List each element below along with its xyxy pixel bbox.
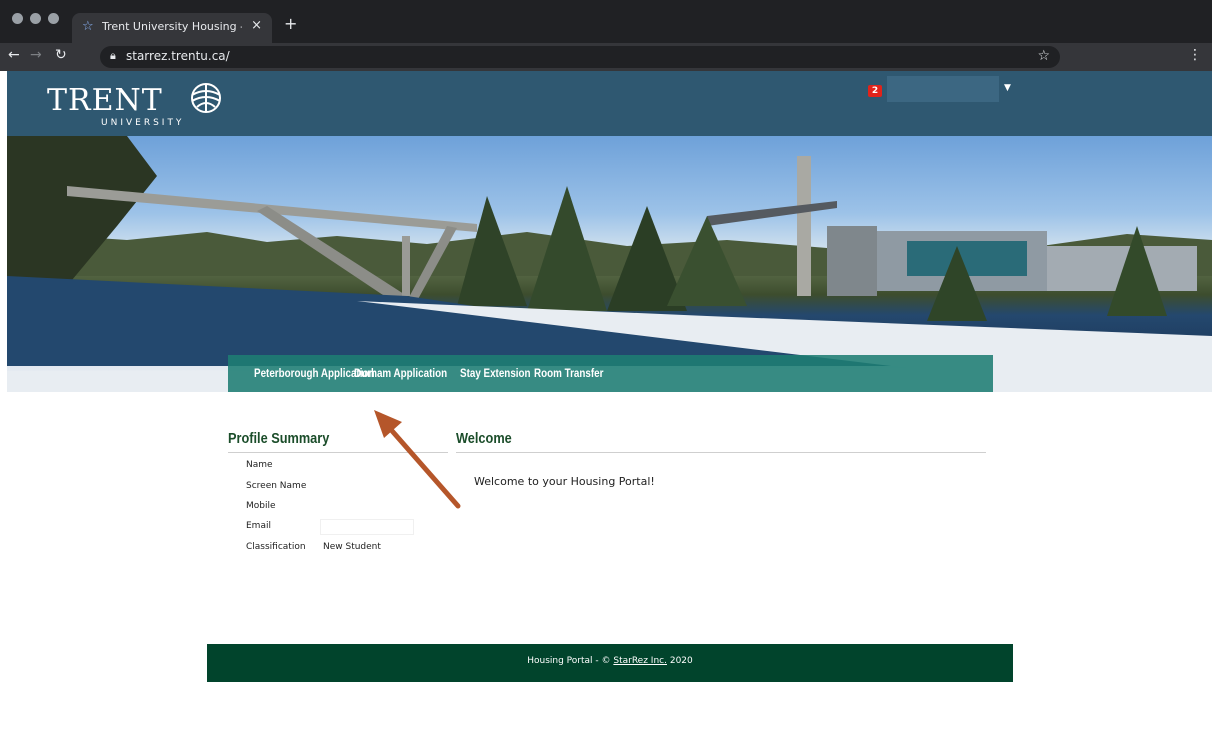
reload-icon[interactable]: ↻ [55, 47, 67, 63]
browser-tab[interactable]: ☆ Trent University Housing - Wel × [72, 13, 272, 43]
window-zoom-dot[interactable] [48, 13, 59, 24]
site-header: TRENT UNIVERSITY 2 ▼ [7, 71, 1212, 136]
campus-bridge-image [7, 136, 1212, 392]
trent-emblem-icon [191, 83, 221, 113]
footer-prefix: Housing Portal - © [527, 656, 614, 666]
window-minimize-dot[interactable] [30, 13, 41, 24]
back-icon[interactable]: ← [8, 47, 20, 63]
trent-logo[interactable]: TRENT [47, 83, 163, 118]
url-text: starrez.trentu.ca/ [126, 49, 230, 63]
star-favicon-icon: ☆ [82, 19, 94, 34]
user-menu[interactable] [887, 76, 999, 102]
starrez-link[interactable]: StarRez Inc. [613, 656, 667, 666]
tab-title: Trent University Housing - Wel [102, 20, 242, 33]
profile-label-classification: Classification [246, 542, 306, 552]
address-bar[interactable]: 🔒︎ starrez.trentu.ca/ ☆ [100, 46, 1060, 68]
profile-label-screen-name: Screen Name [246, 481, 307, 491]
profile-label-mobile: Mobile [246, 501, 276, 511]
hero-banner [7, 136, 1212, 392]
profile-label-email: Email [246, 521, 271, 531]
forward-icon[interactable]: → [30, 47, 42, 63]
profile-label-name: Name [246, 460, 273, 470]
caret-down-icon[interactable]: ▼ [1004, 83, 1011, 93]
logo-subtext: UNIVERSITY [101, 118, 185, 128]
browser-menu-icon[interactable]: ⋮ [1188, 47, 1202, 63]
browser-titlebar: ☆ Trent University Housing - Wel × + [0, 0, 1212, 43]
footer-suffix: 2020 [666, 656, 693, 666]
browser-toolbar: ← → ↻ 🔒︎ starrez.trentu.ca/ ☆ ⋮ [0, 43, 1212, 71]
footer: Housing Portal - © StarRez Inc. 2020 [207, 644, 1013, 682]
welcome-message: Welcome to your Housing Portal! [474, 475, 655, 488]
profile-value-classification: New Student [323, 542, 381, 552]
notification-badge[interactable]: 2 [868, 85, 882, 97]
nav-stay-extension[interactable]: Stay Extension [460, 366, 531, 380]
bookmark-star-icon[interactable]: ☆ [1037, 48, 1050, 64]
new-tab-icon[interactable]: + [284, 14, 297, 33]
footer-text: Housing Portal - © StarRez Inc. 2020 [207, 656, 1013, 666]
window-close-dot[interactable] [12, 13, 23, 24]
profile-email-box [320, 519, 414, 535]
nav-durham-application[interactable]: Durham Application [354, 366, 447, 380]
lock-icon: 🔒︎ [110, 49, 116, 62]
profile-summary-title: Profile Summary [228, 430, 330, 447]
close-tab-icon[interactable]: × [251, 18, 262, 33]
main-nav: Peterborough Application Durham Applicat… [228, 355, 993, 392]
annotation-arrow-icon [374, 410, 461, 509]
welcome-divider [456, 452, 986, 453]
nav-room-transfer[interactable]: Room Transfer [534, 366, 603, 380]
